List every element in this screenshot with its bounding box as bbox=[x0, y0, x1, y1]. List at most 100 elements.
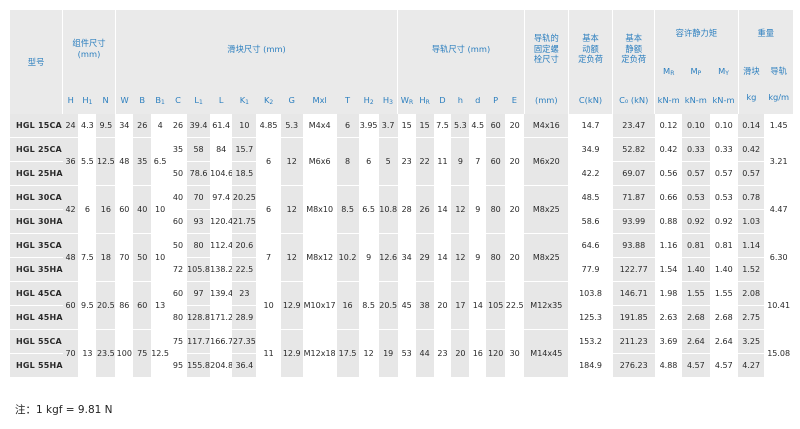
cell-HR: 44 bbox=[415, 329, 434, 378]
cell-C: 35 bbox=[169, 137, 187, 162]
col-mp-unit: kN-m bbox=[682, 88, 710, 114]
cell-C: 60 bbox=[169, 209, 187, 234]
cell-MP: 0.57 bbox=[682, 161, 710, 186]
cell-K1: 27.35 bbox=[232, 329, 257, 354]
cell-L1: 155.8 bbox=[186, 353, 211, 378]
cell-B1: 6.5 bbox=[151, 137, 170, 186]
col-H3: H3 bbox=[378, 88, 399, 114]
col-static-unit: C₀ (kN) bbox=[612, 88, 656, 114]
cell-P: 105 bbox=[486, 281, 506, 330]
cell-kg: 2.75 bbox=[738, 305, 765, 330]
cell-H2: 3.95 bbox=[358, 114, 379, 138]
cell-C: 95 bbox=[169, 353, 187, 378]
cell-d: 9 bbox=[469, 233, 487, 282]
cell-C0: 71.87 bbox=[612, 185, 655, 210]
col-bolt-unit: (mm) bbox=[524, 88, 569, 114]
cell-W: 100 bbox=[115, 329, 134, 378]
cell-K1: 15.7 bbox=[232, 137, 257, 162]
cell-G: 12 bbox=[280, 137, 303, 186]
cell-L: 97.4 bbox=[210, 185, 233, 210]
table-row: HGL 55CA 70 13 23.5 100 75 12.5 75 117.7 166.7 27.… bbox=[10, 329, 793, 378]
cell-kgm: 15.08 bbox=[764, 329, 793, 378]
cell-N: 23.5 bbox=[96, 329, 116, 378]
cell-L1: 58 bbox=[186, 137, 211, 162]
model-cell: HGL 35CA bbox=[10, 233, 63, 258]
cell-WR: 23 bbox=[397, 137, 416, 186]
model-cell: HGL 35HA bbox=[10, 257, 63, 282]
cell-D: 7.5 bbox=[433, 114, 452, 138]
col-E: E bbox=[505, 88, 525, 114]
cell-G: 12.9 bbox=[280, 281, 303, 330]
header-rail-weight: 导轨 kg/m bbox=[764, 56, 793, 114]
cell-H1: 7.5 bbox=[78, 233, 97, 282]
cell-K1: 20.6 bbox=[232, 233, 257, 258]
cell-kg: 1.14 bbox=[738, 233, 765, 258]
col-W: W bbox=[115, 88, 134, 114]
cell-MR: 1.16 bbox=[654, 233, 683, 258]
col-mr-unit: kN-m bbox=[654, 88, 683, 114]
cell-MY: 4.57 bbox=[709, 353, 738, 378]
cell-B: 60 bbox=[133, 281, 152, 330]
col-K2: K2 bbox=[256, 88, 281, 114]
cell-K1: 23 bbox=[232, 281, 257, 306]
cell-B: 26 bbox=[133, 114, 152, 138]
cell-WR: 15 bbox=[397, 114, 416, 138]
cell-C: 40 bbox=[169, 185, 187, 210]
cell-N: 20.5 bbox=[96, 281, 116, 330]
cell-K2: 4.85 bbox=[256, 114, 281, 138]
slider-unit: kg bbox=[746, 92, 757, 102]
cell-MY: 0.57 bbox=[709, 161, 738, 186]
cell-L: 166.7 bbox=[210, 329, 233, 354]
cell-MY: 1.55 bbox=[709, 281, 738, 306]
cell-kgm: 10.41 bbox=[764, 281, 793, 330]
model-cell: HGL 30HA bbox=[10, 209, 63, 234]
cell-H: 36 bbox=[62, 137, 79, 186]
cell-K1: 22.5 bbox=[232, 257, 257, 282]
cell-B1: 10 bbox=[151, 185, 170, 234]
col-HR: HR bbox=[415, 88, 434, 114]
cell-G: 12 bbox=[280, 185, 303, 234]
cell-C_dyn: 184.9 bbox=[568, 353, 613, 378]
cell-C: 80 bbox=[169, 305, 187, 330]
cell-C0: 23.47 bbox=[612, 114, 655, 138]
cell-E: 20 bbox=[505, 185, 525, 234]
cell-MR: 0.88 bbox=[654, 209, 683, 234]
header-dynamic-load: 基本 动额 定负荷 bbox=[568, 10, 614, 88]
col-B1: B1 bbox=[151, 88, 170, 114]
cell-L1: 128.8 bbox=[186, 305, 211, 330]
cell-MY: 0.33 bbox=[709, 137, 738, 162]
cell-C0: 52.82 bbox=[612, 137, 655, 162]
col-WR: WR bbox=[397, 88, 416, 114]
cell-L1: 78.6 bbox=[186, 161, 211, 186]
cell-h: 9 bbox=[451, 137, 470, 186]
table-row: HGL 45CA 60 9.5 20.5 86 60 13 60 97 139.4 23 10 12.9… bbox=[10, 281, 793, 330]
cell-E: 20 bbox=[505, 137, 525, 186]
cell-HR: 22 bbox=[415, 137, 434, 186]
cell-H2: 8.5 bbox=[358, 281, 379, 330]
cell-G: 12 bbox=[280, 233, 303, 282]
cell-HR: 38 bbox=[415, 281, 434, 330]
cell-MR: 1.54 bbox=[654, 257, 683, 282]
header-bolt: 导轨的 固定螺 栓尺寸 bbox=[524, 10, 569, 88]
cell-D: 14 bbox=[433, 185, 452, 234]
cell-H3: 20.5 bbox=[378, 281, 398, 330]
cell-HR: 26 bbox=[415, 185, 434, 234]
cell-MR: 1.98 bbox=[654, 281, 683, 306]
cell-HR: 15 bbox=[415, 114, 434, 138]
cell-d: 16 bbox=[469, 329, 487, 378]
cell-C_dyn: 77.9 bbox=[568, 257, 613, 282]
cell-MY: 0.10 bbox=[709, 114, 738, 138]
cell-Mxl: M4x4 bbox=[302, 114, 337, 138]
cell-C0: 146.71 bbox=[612, 281, 655, 306]
cell-Mxl: M12x18 bbox=[302, 329, 337, 378]
cell-C: 75 bbox=[169, 329, 187, 354]
cell-kg: 2.08 bbox=[738, 281, 765, 306]
col-T: T bbox=[336, 88, 359, 114]
cell-C0: 69.07 bbox=[612, 161, 655, 186]
cell-C_dyn: 125.3 bbox=[568, 305, 613, 330]
cell-C_dyn: 34.9 bbox=[568, 137, 613, 162]
cell-G: 12.9 bbox=[280, 329, 303, 378]
col-d: d bbox=[469, 88, 487, 114]
cell-bolt: M4x16 bbox=[524, 114, 569, 138]
cell-P: 120 bbox=[486, 329, 506, 378]
